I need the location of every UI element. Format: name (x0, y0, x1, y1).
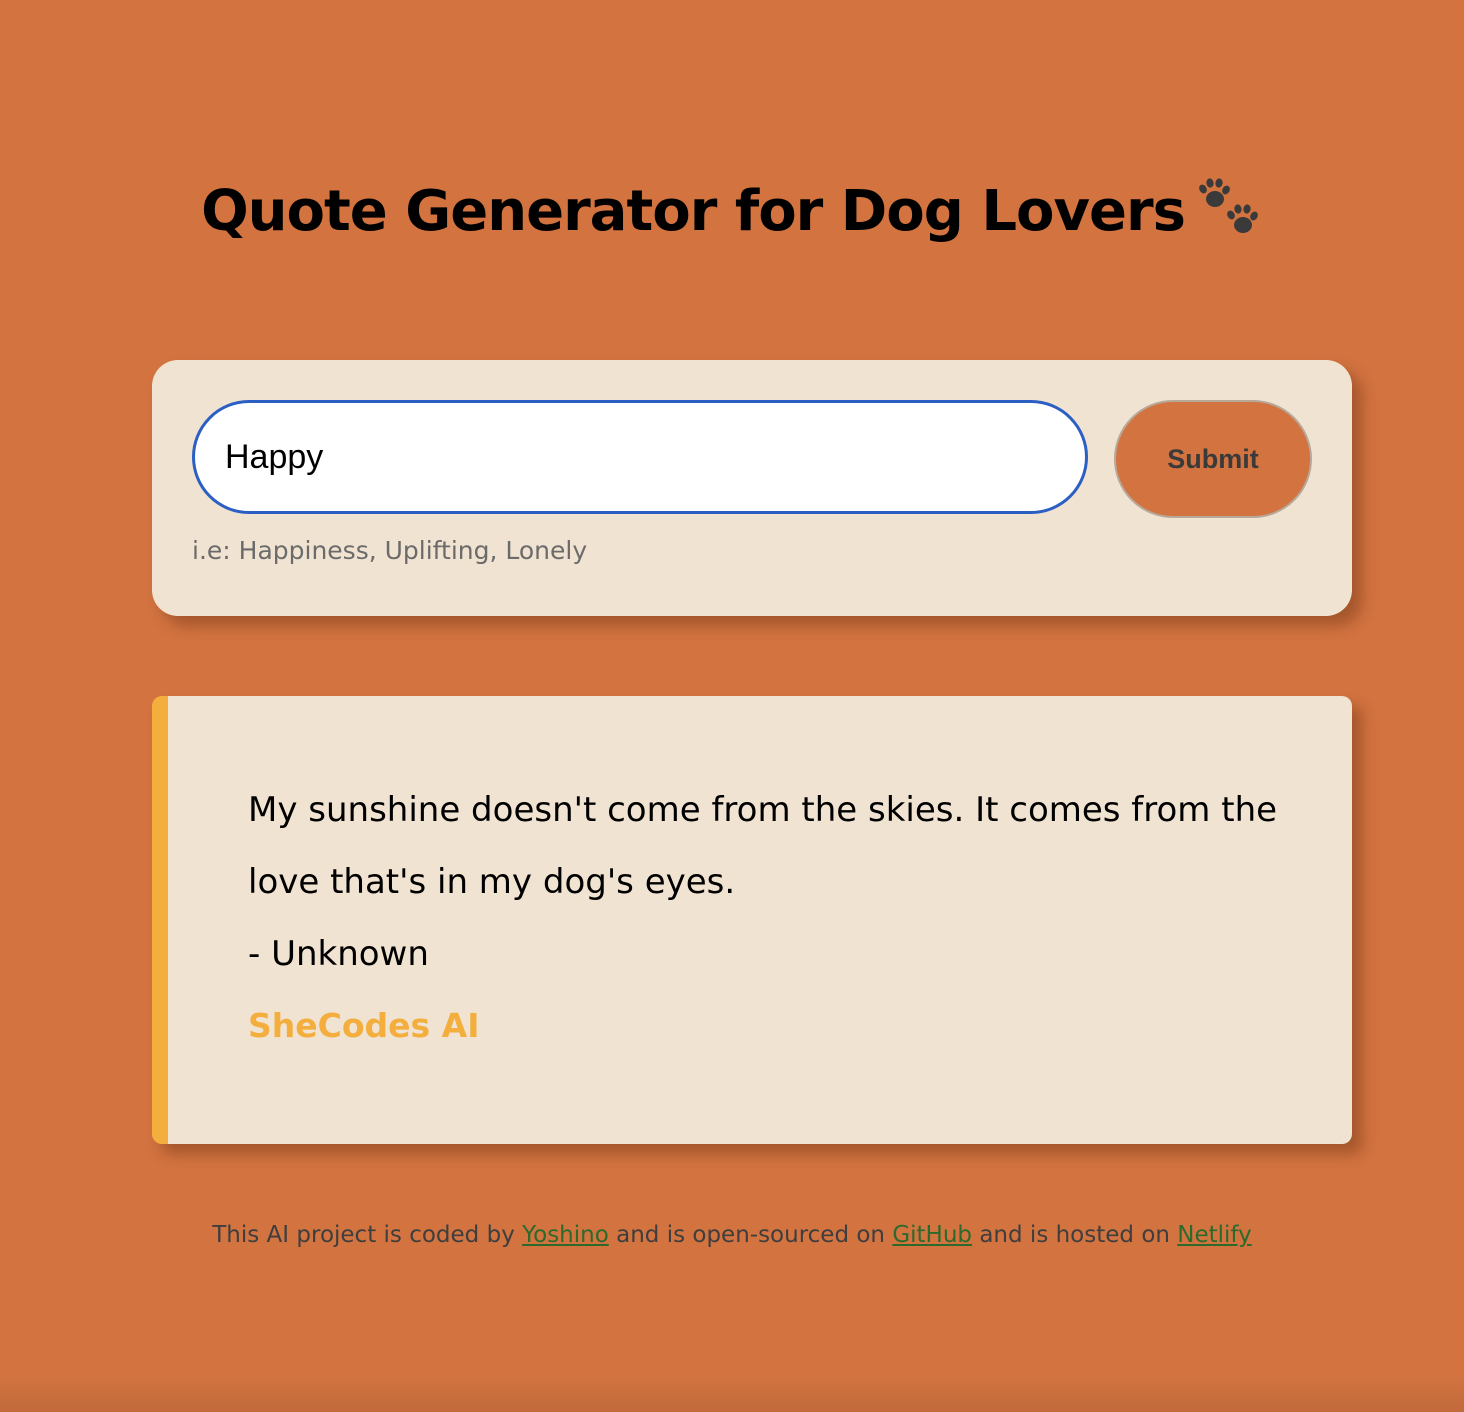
quote-text: My sunshine doesn't come from the skies.… (248, 790, 1278, 902)
bottom-shade (0, 1376, 1464, 1412)
github-link[interactable]: GitHub (892, 1222, 972, 1248)
page-title: Quote Generator for Dog Lovers (0, 172, 1464, 252)
footer-middle2: and is hosted on (972, 1222, 1178, 1248)
submit-button[interactable]: Submit (1114, 400, 1312, 518)
footer-middle: and is open-sourced on (608, 1222, 893, 1248)
paw-prints-icon (1195, 177, 1263, 241)
quote-author: - Unknown (248, 934, 429, 974)
quote-brand: SheCodes AI (248, 1006, 480, 1045)
search-input[interactable] (192, 400, 1088, 514)
search-hint: i.e: Happiness, Uplifting, Lonely (192, 536, 588, 565)
footer: This AI project is coded by Yoshino and … (0, 1222, 1464, 1248)
netlify-link[interactable]: Netlify (1177, 1222, 1251, 1248)
page: Quote Generator for Dog Lovers Happy Sub… (0, 0, 1464, 1412)
page-title-text: Quote Generator for Dog Lovers (201, 179, 1186, 244)
footer-prefix: This AI project is coded by (212, 1222, 523, 1248)
search-card: Submit i.e: Happiness, Uplifting, Lonely (152, 360, 1352, 616)
author-link[interactable]: Yoshino (522, 1222, 609, 1248)
quote-card: My sunshine doesn't come from the skies.… (152, 696, 1352, 1144)
